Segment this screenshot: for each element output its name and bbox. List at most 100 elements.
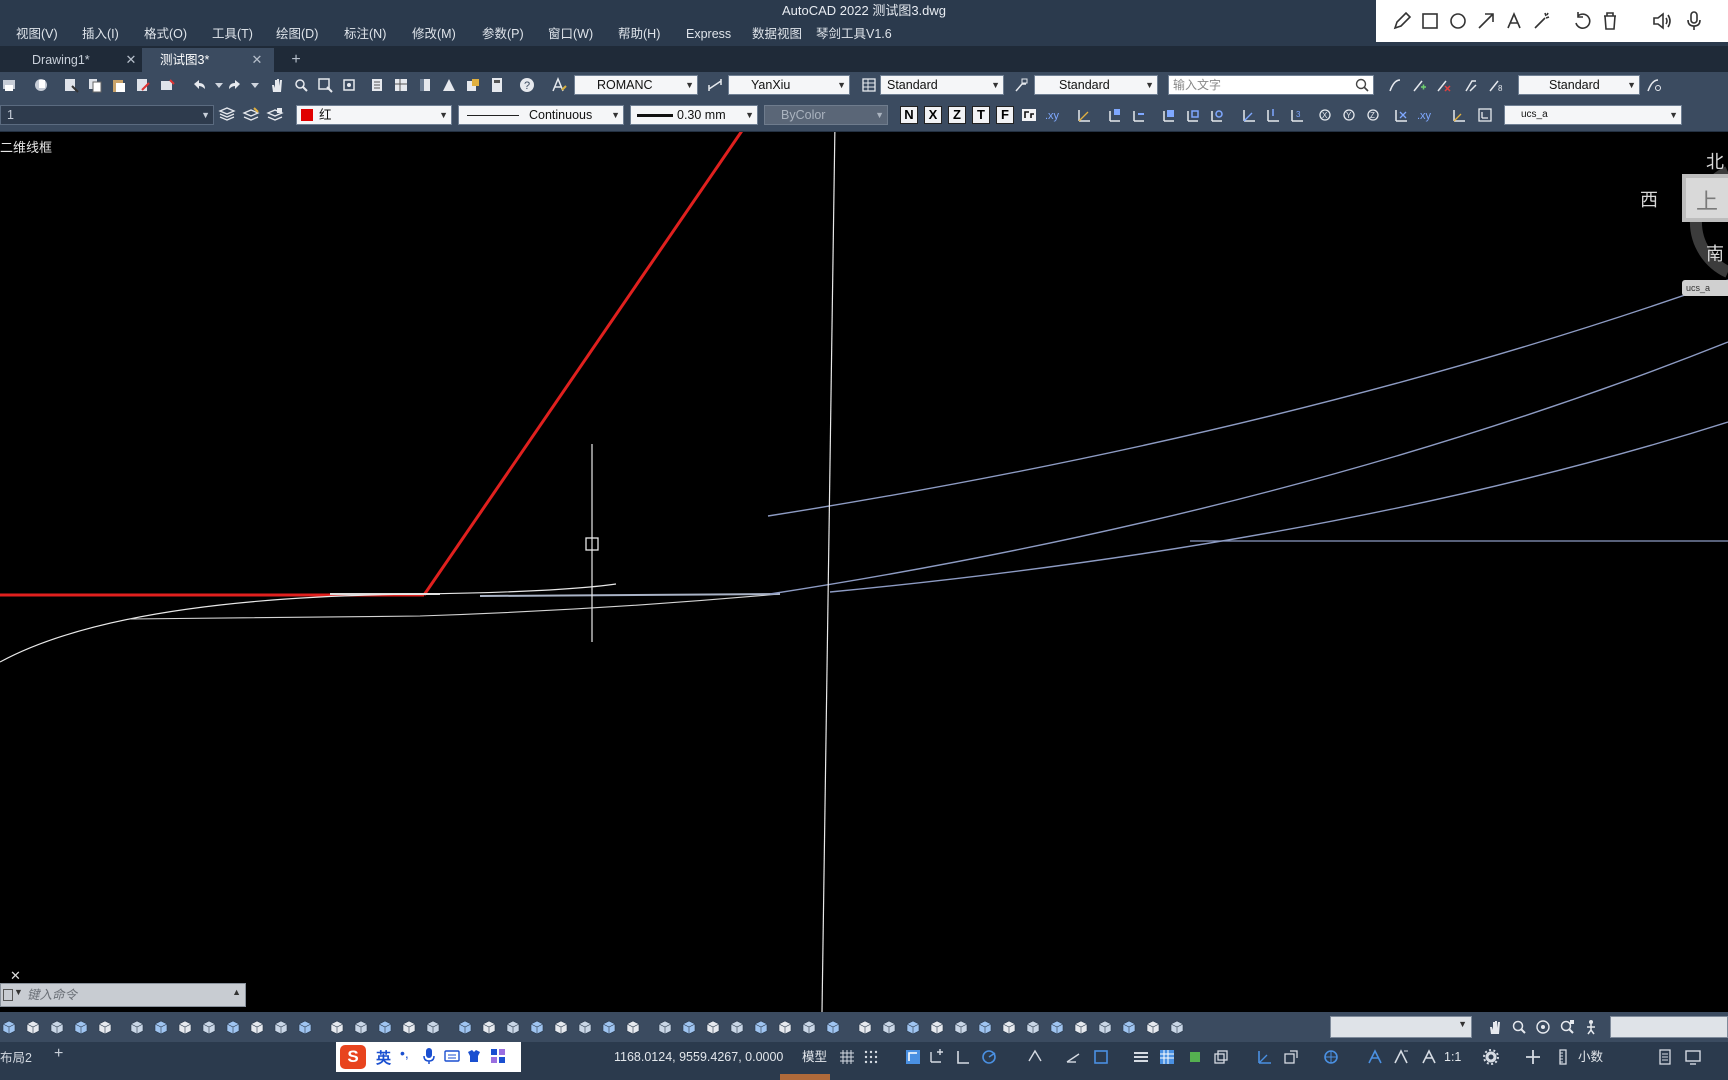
polar-tracking-icon[interactable]	[980, 1048, 998, 1066]
multileader-icon[interactable]	[1386, 76, 1404, 94]
text-search-input[interactable]: 输入文字	[1168, 75, 1374, 95]
compass-west[interactable]: 西	[1640, 186, 1658, 212]
text-button-x[interactable]: X	[924, 106, 942, 124]
undo-icon[interactable]	[190, 76, 208, 94]
mesh-smooth-icon[interactable]	[880, 1018, 898, 1036]
ucs-previous-icon[interactable]	[1130, 106, 1148, 124]
menu-dimension[interactable]: 标注(N)	[340, 22, 390, 46]
intersect-icon[interactable]	[376, 1018, 394, 1036]
wblock-icon[interactable]	[158, 76, 176, 94]
multileader-style-select[interactable]: Standard ▼	[1034, 75, 1158, 95]
align-leaders-icon[interactable]	[1462, 76, 1480, 94]
quick-properties-icon[interactable]	[1656, 1048, 1674, 1066]
command-line[interactable]: ▼ 键入命令 ▲	[0, 983, 246, 1007]
paste-icon[interactable]	[110, 76, 128, 94]
shell-icon[interactable]	[728, 1018, 746, 1036]
new-tab-button[interactable]: +	[286, 48, 306, 72]
add-leader-icon[interactable]	[1410, 76, 1428, 94]
zoom-previous-icon[interactable]	[340, 76, 358, 94]
transparency-icon[interactable]	[1158, 1048, 1176, 1066]
microphone-icon[interactable]	[422, 1047, 436, 1070]
section-plane-icon[interactable]	[776, 1018, 794, 1036]
command-input[interactable]: 键入命令	[27, 984, 77, 1006]
text-icon[interactable]	[1502, 9, 1526, 33]
multileader-style-icon[interactable]	[1012, 76, 1030, 94]
layer-properties-icon[interactable]	[218, 106, 236, 124]
model-space-button[interactable]: 模型	[802, 1042, 827, 1072]
fillet-edge-icon[interactable]	[600, 1018, 618, 1036]
array-3d-icon[interactable]	[576, 1018, 594, 1036]
visual-style-select[interactable]: ▼	[1330, 1016, 1472, 1038]
infer-constraints-icon[interactable]	[904, 1048, 922, 1066]
gizmo-icon[interactable]	[1322, 1048, 1340, 1066]
merge-face-icon[interactable]	[1024, 1018, 1042, 1036]
uncrease-icon[interactable]	[952, 1018, 970, 1036]
trash-icon[interactable]	[1598, 9, 1622, 33]
align-3d-icon[interactable]	[528, 1018, 546, 1036]
customize-icon[interactable]	[1684, 1048, 1702, 1066]
search-icon[interactable]	[1354, 77, 1370, 98]
viewcube[interactable]: 北 西 南 上 ucs_a	[1640, 152, 1728, 302]
annotation-visibility-icon[interactable]	[1366, 1048, 1384, 1066]
linetype-select[interactable]: Continuous ▼	[458, 105, 624, 125]
skin-icon[interactable]	[466, 1048, 482, 1069]
text-button-t[interactable]: T	[972, 106, 990, 124]
add-layout-button[interactable]: +	[54, 1045, 63, 1063]
text-button-n[interactable]: N	[900, 106, 918, 124]
pen-icon[interactable]	[1390, 9, 1414, 33]
menu-insert[interactable]: 插入(I)	[78, 22, 123, 46]
offset-edge-icon[interactable]	[680, 1018, 698, 1036]
sogou-logo-icon[interactable]: S	[340, 1045, 366, 1069]
dimension-style-icon[interactable]	[706, 76, 724, 94]
zoom-realtime-icon[interactable]	[292, 76, 310, 94]
polysolid-icon[interactable]	[0, 1018, 18, 1036]
selection-filter-icon[interactable]	[1282, 1048, 1300, 1066]
slice-icon[interactable]	[400, 1018, 418, 1036]
union-icon[interactable]	[328, 1018, 346, 1036]
design-center-icon[interactable]	[392, 76, 410, 94]
make-current-layer-icon[interactable]	[242, 106, 260, 124]
markup-icon[interactable]	[464, 76, 482, 94]
dynamic-ucs-icon[interactable]	[1256, 1048, 1274, 1066]
scale-3d-icon[interactable]	[504, 1018, 522, 1036]
extrude-face-icon[interactable]	[1000, 1018, 1018, 1036]
ucs-view-icon[interactable]	[1208, 106, 1226, 124]
plus-icon[interactable]	[1524, 1048, 1542, 1066]
chevron-down-icon[interactable]: ▼	[14, 987, 23, 997]
dimension-style-select[interactable]: YanXiu ▼	[728, 75, 850, 95]
zoom-icon[interactable]	[1510, 1018, 1528, 1036]
zoom-extents-icon[interactable]	[1558, 1018, 1576, 1036]
color-select[interactable]: 红 ▼	[296, 105, 452, 125]
cone-icon[interactable]	[128, 1018, 146, 1036]
walk-icon[interactable]	[1582, 1018, 1600, 1036]
sun-icon[interactable]	[1144, 1018, 1162, 1036]
lineweight-select[interactable]: 0.30 mm ▼	[630, 105, 758, 125]
pan-hand-icon[interactable]	[268, 76, 286, 94]
ucs-zaxis-icon[interactable]	[1264, 106, 1282, 124]
multileader-style-select-2[interactable]: Standard ▼	[1518, 75, 1640, 95]
chevron-up-icon[interactable]: ▲	[232, 987, 241, 997]
text-button-z[interactable]: Z	[948, 106, 966, 124]
menu-help[interactable]: 帮助(H)	[614, 22, 664, 46]
crease-icon[interactable]	[928, 1018, 946, 1036]
named-ucs-icon[interactable]	[1450, 106, 1468, 124]
ucs-x-icon[interactable]: X	[1316, 106, 1334, 124]
extract-edges-icon[interactable]	[656, 1018, 674, 1036]
sphere-icon[interactable]	[48, 1018, 66, 1036]
materials-icon[interactable]	[1072, 1018, 1090, 1036]
ucs-manager-icon[interactable]	[1476, 106, 1494, 124]
rotate-3d-icon[interactable]	[480, 1018, 498, 1036]
camera-icon[interactable]	[1120, 1018, 1138, 1036]
taper-face-icon[interactable]	[704, 1018, 722, 1036]
ucs-apply-icon[interactable]	[1392, 106, 1410, 124]
menu-modify[interactable]: 修改(M)	[408, 22, 460, 46]
drawing-area[interactable]: 二维线框 北 西 南 上 ucs_a	[0, 132, 1728, 1012]
move-3d-icon[interactable]	[456, 1018, 474, 1036]
multileader-style-manager-icon[interactable]	[1644, 76, 1662, 94]
xy-icon[interactable]: .xy	[1416, 106, 1434, 124]
snap-icon[interactable]	[862, 1048, 880, 1066]
split-face-icon[interactable]	[976, 1018, 994, 1036]
revolve-icon[interactable]	[272, 1018, 290, 1036]
units-icon[interactable]	[1554, 1048, 1572, 1066]
undo-icon[interactable]	[1570, 9, 1594, 33]
